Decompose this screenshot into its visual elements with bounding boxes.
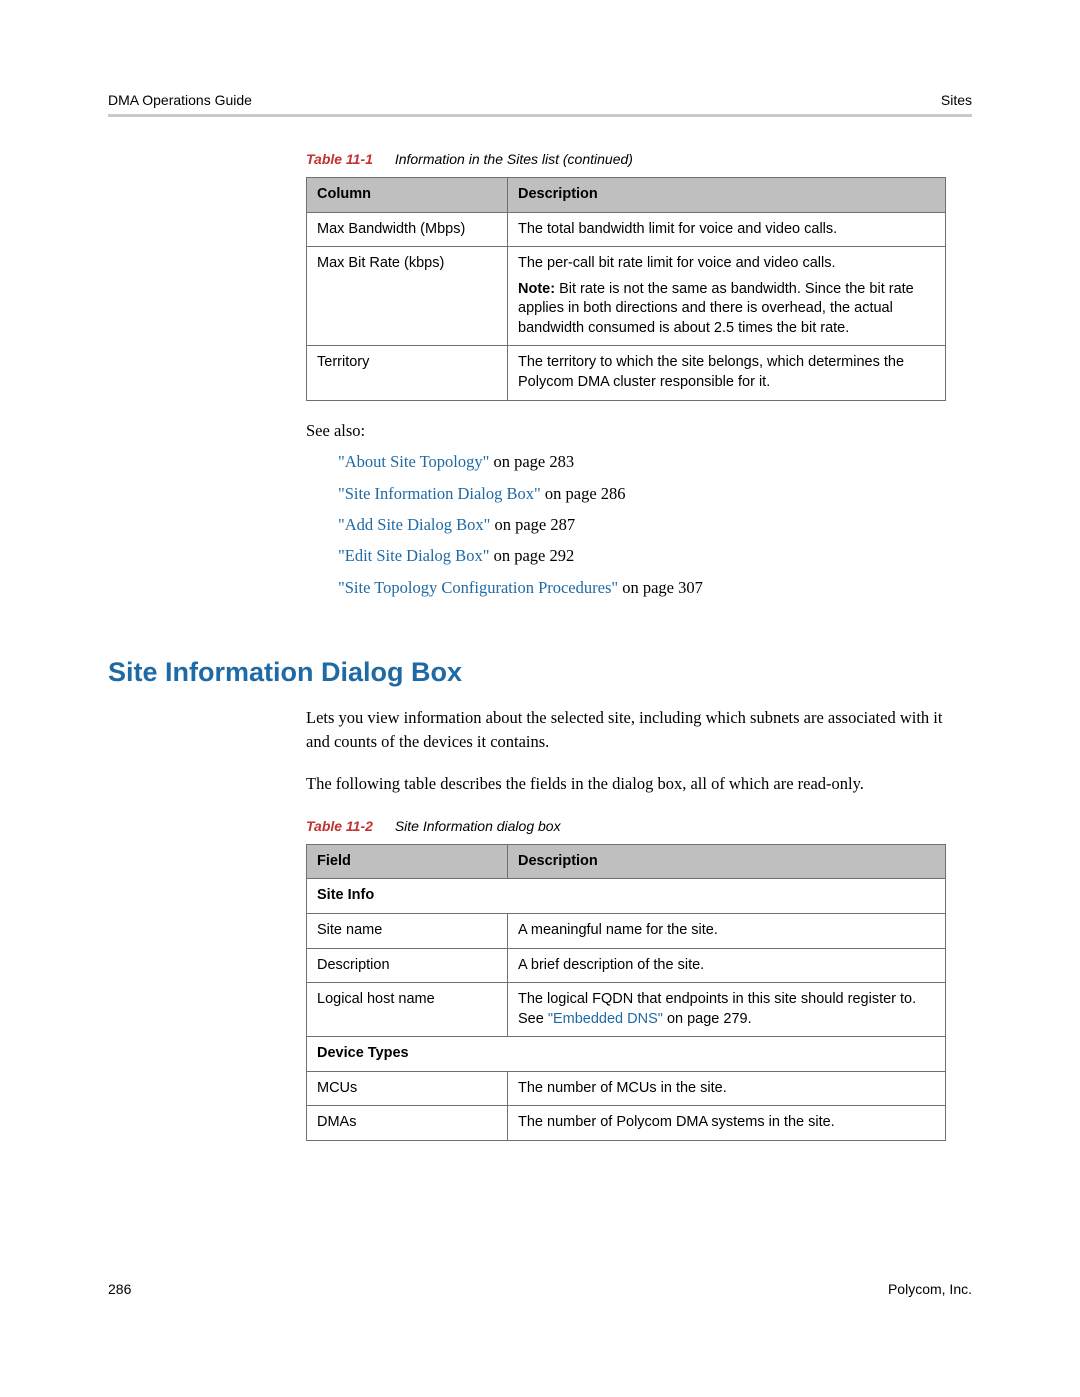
cell-field: DMAs — [307, 1106, 508, 1141]
cell-column: Territory — [307, 346, 508, 400]
xref-link[interactable]: "Edit Site Dialog Box" — [338, 546, 489, 565]
xref-suffix: on page 287 — [490, 515, 575, 534]
cell-column: Max Bandwidth (Mbps) — [307, 212, 508, 247]
see-also-item: "About Site Topology" on page 283 — [338, 446, 946, 477]
xref-suffix: on page 286 — [541, 484, 626, 503]
see-also-item: "Site Information Dialog Box" on page 28… — [338, 478, 946, 509]
cell-description: The logical FQDN that endpoints in this … — [508, 983, 946, 1037]
page-header: DMA Operations Guide Sites — [108, 92, 972, 117]
cell-line: The per-call bit rate limit for voice an… — [518, 254, 935, 274]
page-number: 286 — [108, 1281, 131, 1297]
table-header-description: Description — [508, 844, 946, 879]
table-title: Site Information dialog box — [395, 818, 561, 834]
cell-description: The per-call bit rate limit for voice an… — [508, 247, 946, 346]
table-11-1-caption: Table 11-1 Information in the Sites list… — [306, 151, 972, 167]
table-row: Territory The territory to which the sit… — [307, 346, 946, 400]
table-11-2-caption: Table 11-2 Site Information dialog box — [306, 818, 972, 834]
see-also-list: "About Site Topology" on page 283 "Site … — [338, 446, 946, 603]
xref-link[interactable]: "Site Topology Configuration Procedures" — [338, 578, 618, 597]
table-row: Site name A meaningful name for the site… — [307, 914, 946, 949]
cell-description: The number of MCUs in the site. — [508, 1071, 946, 1106]
table-title: Information in the Sites list (continued… — [395, 151, 633, 167]
table-header-description: Description — [508, 178, 946, 213]
cell-field: Site name — [307, 914, 508, 949]
cell-field: Description — [307, 948, 508, 983]
company-name: Polycom, Inc. — [888, 1281, 972, 1297]
site-info-dialog-table: Field Description Site Info Site name A … — [306, 844, 946, 1141]
note-label: Note: — [518, 281, 555, 297]
section-cell: Device Types — [307, 1037, 946, 1072]
xref-link[interactable]: "Add Site Dialog Box" — [338, 515, 490, 534]
cell-column: Max Bit Rate (kbps) — [307, 247, 508, 346]
cell-field: Logical host name — [307, 983, 508, 1037]
see-also-item: "Edit Site Dialog Box" on page 292 — [338, 540, 946, 571]
table-number: Table 11-1 — [306, 151, 373, 167]
xref-suffix: on page 283 — [489, 452, 574, 471]
table-header-column: Column — [307, 178, 508, 213]
table-section-row: Site Info — [307, 879, 946, 914]
table-row: MCUs The number of MCUs in the site. — [307, 1071, 946, 1106]
xref-suffix: on page 307 — [618, 578, 703, 597]
table-number: Table 11-2 — [306, 818, 373, 834]
section-paragraph: Lets you view information about the sele… — [306, 706, 946, 754]
xref-link[interactable]: "Embedded DNS" — [548, 1011, 663, 1027]
cell-field: MCUs — [307, 1071, 508, 1106]
see-also-item: "Site Topology Configuration Procedures"… — [338, 572, 946, 603]
cell-description: A meaningful name for the site. — [508, 914, 946, 949]
table-row: Max Bandwidth (Mbps) The total bandwidth… — [307, 212, 946, 247]
table-row: DMAs The number of Polycom DMA systems i… — [307, 1106, 946, 1141]
cell-description: A brief description of the site. — [508, 948, 946, 983]
cell-note: Note: Bit rate is not the same as bandwi… — [518, 280, 935, 339]
cell-description: The number of Polycom DMA systems in the… — [508, 1106, 946, 1141]
see-also-item: "Add Site Dialog Box" on page 287 — [338, 509, 946, 540]
header-left: DMA Operations Guide — [108, 92, 252, 108]
table-row: Description A brief description of the s… — [307, 948, 946, 983]
xref-link[interactable]: "About Site Topology" — [338, 452, 489, 471]
section-heading: Site Information Dialog Box — [108, 657, 972, 688]
xref-suffix: on page 292 — [489, 546, 574, 565]
table-row: Logical host name The logical FQDN that … — [307, 983, 946, 1037]
see-also-intro: See also: — [306, 419, 946, 443]
table-section-row: Device Types — [307, 1037, 946, 1072]
xref-link[interactable]: "Site Information Dialog Box" — [338, 484, 541, 503]
cell-text: on page 279. — [663, 1011, 752, 1027]
cell-description: The territory to which the site belongs,… — [508, 346, 946, 400]
table-header-field: Field — [307, 844, 508, 879]
header-right: Sites — [941, 92, 972, 108]
section-paragraph: The following table describes the fields… — [306, 772, 946, 796]
table-row: Max Bit Rate (kbps) The per-call bit rat… — [307, 247, 946, 346]
cell-description: The total bandwidth limit for voice and … — [508, 212, 946, 247]
page-footer: 286 Polycom, Inc. — [108, 1281, 972, 1297]
note-text: Bit rate is not the same as bandwidth. S… — [518, 281, 914, 336]
sites-list-table: Column Description Max Bandwidth (Mbps) … — [306, 177, 946, 401]
section-cell: Site Info — [307, 879, 946, 914]
